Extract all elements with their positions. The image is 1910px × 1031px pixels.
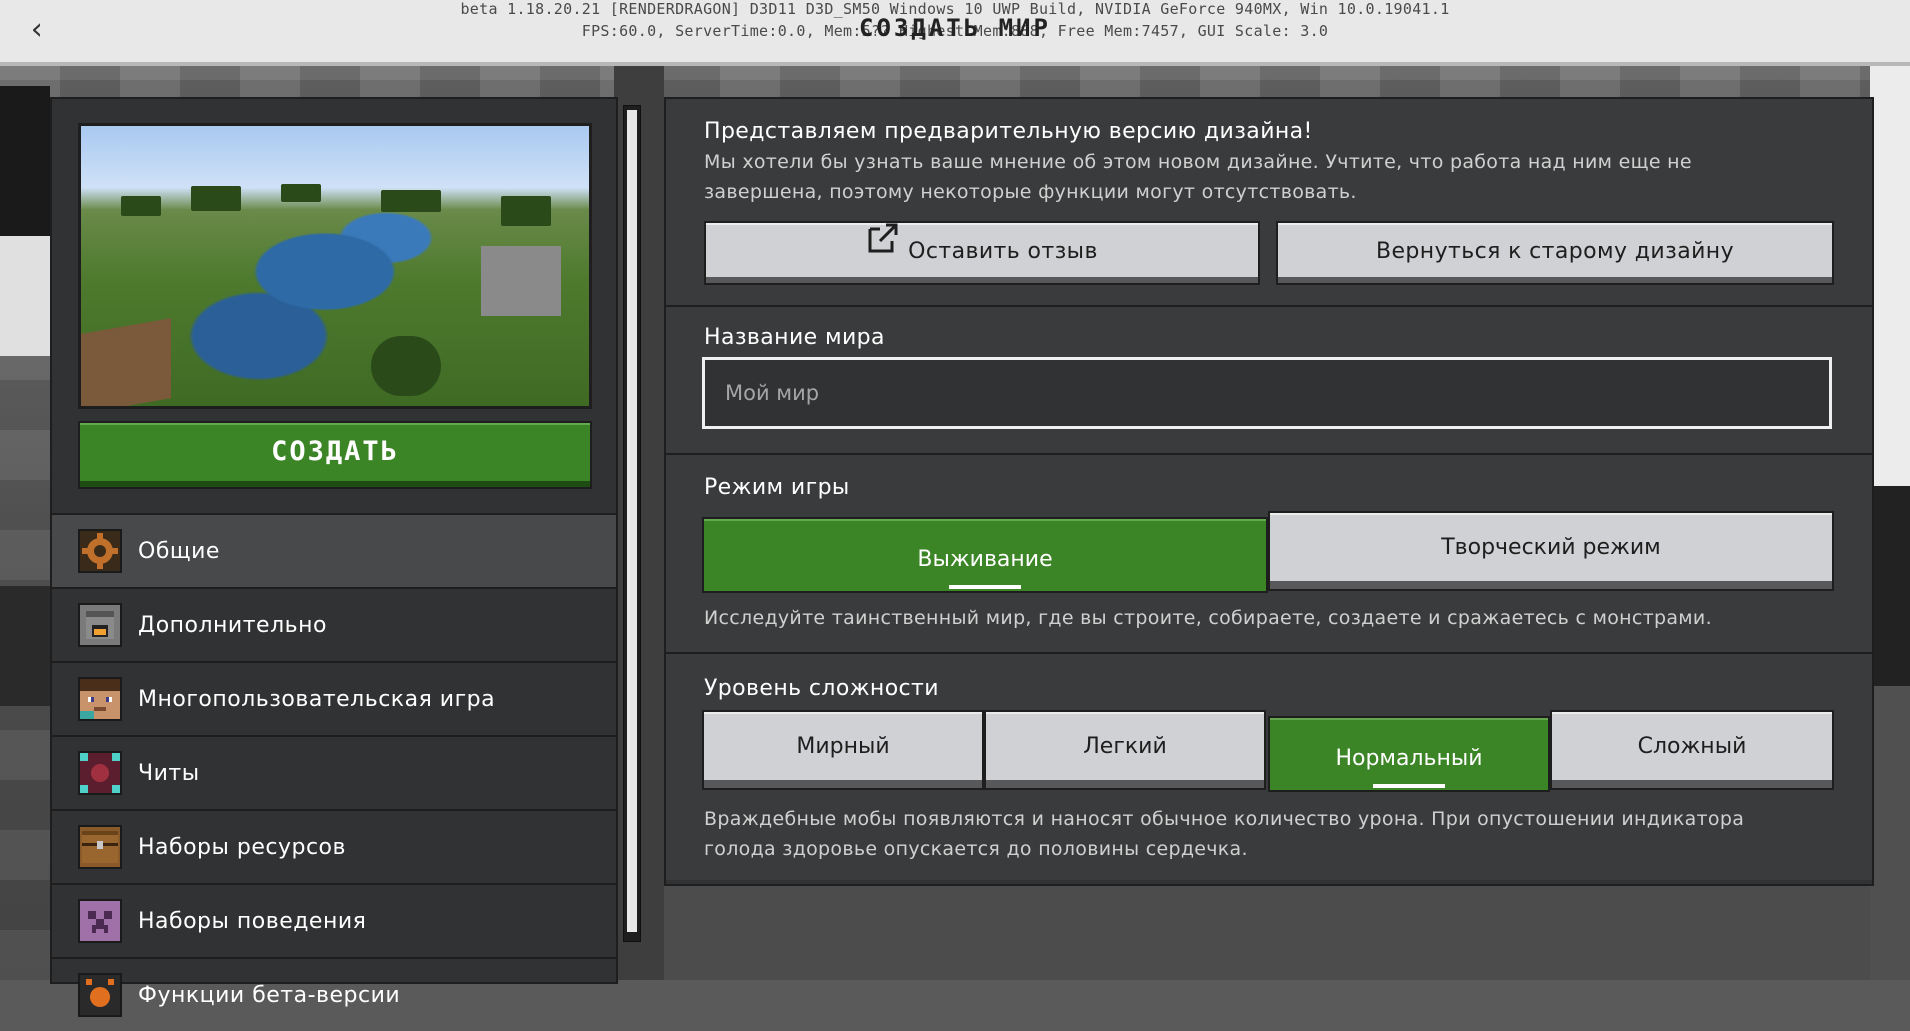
game-mode-heading: Режим игры: [704, 475, 850, 500]
sidebar-item-general[interactable]: Общие: [52, 513, 616, 587]
game-mode-description: Исследуйте таинственный мир, где вы стро…: [704, 607, 1712, 629]
left-scrollbar[interactable]: [623, 105, 641, 942]
feedback-label: Оставить отзыв: [908, 239, 1098, 264]
difficulty-heading: Уровень сложности: [704, 676, 939, 701]
sidebar-item-label: Общие: [138, 538, 220, 564]
world-name-section: Название мира Мой мир: [666, 307, 1872, 455]
difficulty-description-2: голода здоровье опускается до половины с…: [704, 838, 1248, 860]
feedback-button[interactable]: Оставить отзыв: [704, 221, 1260, 285]
world-name-input[interactable]: Мой мир: [702, 357, 1832, 429]
external-link-icon: [866, 220, 900, 278]
sidebar-item-cheats[interactable]: Читы: [52, 735, 616, 809]
difficulty-normal-button[interactable]: Нормальный: [1268, 716, 1550, 792]
steve-icon: [78, 677, 122, 721]
page-title: СОЗДАТЬ МИР: [859, 14, 1051, 42]
preview-design-title: Представляем предварительную версию диза…: [704, 119, 1313, 144]
sidebar-nav: Общие Дополнительно Многопользовательска…: [52, 513, 616, 1031]
gear-icon: [78, 529, 122, 573]
world-preview-image: [78, 123, 592, 409]
chest-icon: [78, 825, 122, 869]
sidebar-item-label: Наборы поведения: [138, 908, 367, 934]
sidebar-item-resource-packs[interactable]: Наборы ресурсов: [52, 809, 616, 883]
sidebar-item-behavior-packs[interactable]: Наборы поведения: [52, 883, 616, 957]
preview-design-text-1: Мы хотели бы узнать ваше мнение об этом …: [704, 151, 1692, 173]
sidebar-item-label: Многопользовательская игра: [138, 686, 496, 712]
world-name-heading: Название мира: [704, 325, 885, 350]
sidebar-item-multiplayer[interactable]: Многопользовательская игра: [52, 661, 616, 735]
creative-mode-button[interactable]: Творческий режим: [1268, 511, 1834, 591]
sidebar-item-label: Дополнительно: [138, 612, 327, 638]
scrollbar-thumb[interactable]: [627, 110, 637, 932]
difficulty-hard-button[interactable]: Сложный: [1550, 710, 1834, 790]
right-panel: Представляем предварительную версию диза…: [664, 97, 1874, 886]
command-block-icon: [78, 751, 122, 795]
game-mode-section: Режим игры Выживание Творческий режим Ис…: [666, 455, 1872, 654]
survival-mode-label: Выживание: [917, 547, 1053, 572]
difficulty-easy-button[interactable]: Легкий: [984, 710, 1266, 790]
left-panel: СОЗДАТЬ Общие Дополнительно Многопользов…: [50, 97, 618, 1017]
selected-indicator: [949, 585, 1021, 589]
sidebar-item-label: Читы: [138, 760, 200, 786]
creeper-icon: [78, 899, 122, 943]
sidebar-item-label: Наборы ресурсов: [138, 834, 346, 860]
sidebar-item-label: Функции бета-версии: [138, 982, 401, 1008]
creative-mode-label: Творческий режим: [1441, 535, 1661, 560]
difficulty-option-label: Нормальный: [1335, 746, 1483, 771]
difficulty-option-label: Легкий: [1083, 734, 1167, 759]
difficulty-section: Уровень сложности Мирный Легкий Нормальн…: [666, 654, 1872, 880]
difficulty-description-1: Враждебные мобы появляются и наносят обы…: [704, 808, 1745, 830]
survival-mode-button[interactable]: Выживание: [702, 517, 1268, 593]
sidebar-item-advanced[interactable]: Дополнительно: [52, 587, 616, 661]
difficulty-option-label: Мирный: [796, 734, 890, 759]
difficulty-option-label: Сложный: [1637, 734, 1747, 759]
old-design-button[interactable]: Вернуться к старому дизайну: [1276, 221, 1834, 285]
preview-design-section: Представляем предварительную версию диза…: [666, 99, 1872, 307]
create-button[interactable]: СОЗДАТЬ: [78, 421, 592, 489]
difficulty-peaceful-button[interactable]: Мирный: [702, 710, 984, 790]
furnace-icon: [78, 603, 122, 647]
top-bar: ‹ beta 1.18.20.21 [RENDERDRAGON] D3D11 D…: [0, 0, 1910, 66]
preview-design-text-2: завершена, поэтому некоторые функции мог…: [704, 181, 1357, 203]
selected-indicator: [1373, 784, 1445, 788]
sidebar-item-beta-features[interactable]: Функции бета-версии: [52, 957, 616, 1031]
